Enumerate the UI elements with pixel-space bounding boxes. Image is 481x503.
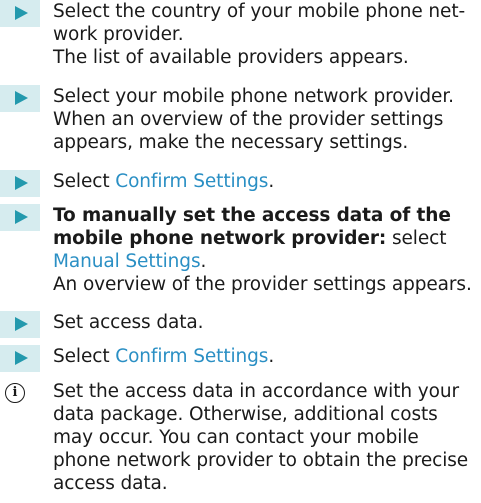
info-icon: i [5,383,25,403]
step-3: Select Confirm Settings. [0,170,481,197]
step-1: Select the country of your mobile phone … [0,0,481,76]
step-marker [0,345,40,372]
arrow-right-icon [15,317,28,331]
confirm-settings-link[interactable]: Confirm Settings [115,171,268,192]
step-2: Select your mobile phone network provide… [0,85,481,161]
arrow-right-icon [15,91,28,105]
step-text: Select the country of your mobile phone … [53,1,466,68]
step-text: Select Confirm Settings. [53,346,275,367]
arrow-right-icon [15,210,28,224]
step-marker [0,170,40,197]
step-text: Select Confirm Settings. [53,171,275,192]
step-6: Select Confirm Settings. [0,345,481,372]
step-text: Select your mobile phone network provide… [53,86,454,153]
instruction-page: Select the country of your mobile phone … [0,0,481,503]
step-4: To manually set the access data of the m… [0,204,481,304]
arrow-right-icon [15,351,28,365]
info-note: i Set the access data in accordance with… [0,380,481,498]
step-text: Set access data. [53,312,204,333]
note-text: Set the access data in accordance with y… [53,381,469,494]
step-marker [0,204,40,231]
step-5: Set access data. [0,311,481,338]
step-marker [0,311,40,338]
step-marker [0,85,40,112]
arrow-right-icon [15,176,28,190]
manual-settings-link[interactable]: Manual Settings [53,251,201,272]
step-marker [0,0,40,27]
arrow-right-icon [15,6,28,20]
step-text: To manually set the access data of the m… [53,205,472,295]
confirm-settings-link[interactable]: Confirm Settings [115,346,268,367]
